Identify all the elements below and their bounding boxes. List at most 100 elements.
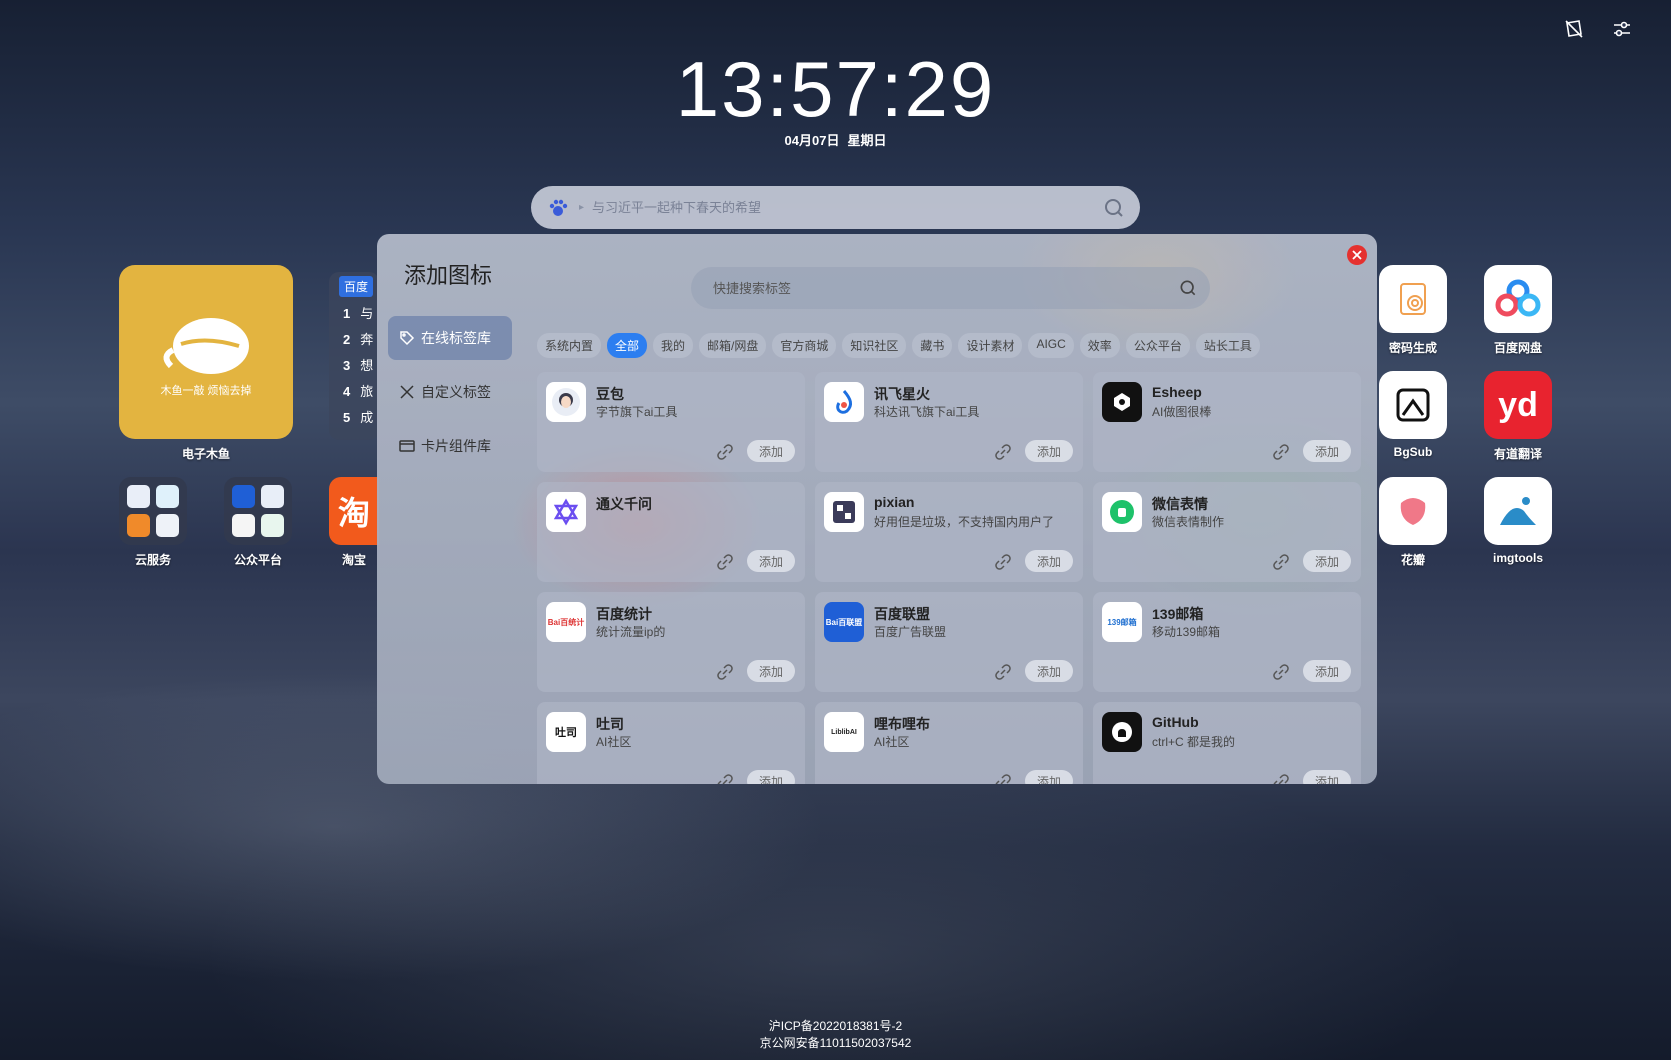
- sidebar-item-online-library[interactable]: 在线标签库: [388, 316, 512, 360]
- tools-icon: [400, 385, 414, 399]
- youdao-app[interactable]: yd 有道翻译: [1478, 371, 1558, 462]
- cloud-folder-tile[interactable]: [119, 477, 187, 545]
- chip[interactable]: 邮箱/网盘: [699, 333, 767, 358]
- add-button[interactable]: 添加: [747, 440, 795, 462]
- hotlist-item[interactable]: 2奔: [343, 327, 379, 353]
- muyu-tile-text: 木鱼一敲 烦恼去掉: [160, 385, 252, 397]
- tag-card-grid: 豆包 字节旗下ai工具 添加 讯飞星火 科达讯飞旗下ai工具 添加 Esheep…: [537, 372, 1361, 784]
- hotlist-item[interactable]: 5成: [343, 405, 379, 431]
- add-button[interactable]: 添加: [747, 550, 795, 572]
- chip[interactable]: 官方商城: [772, 333, 837, 358]
- card-name: Esheep: [1152, 384, 1202, 400]
- link-icon[interactable]: [1273, 554, 1289, 570]
- taobao-app[interactable]: 淘 淘宝: [329, 477, 379, 568]
- youdao-icon[interactable]: yd: [1484, 371, 1552, 439]
- mini-app-icon: [232, 485, 255, 508]
- add-button[interactable]: 添加: [1303, 440, 1351, 462]
- add-button[interactable]: 添加: [1025, 660, 1073, 682]
- card-desc: 字节旗下ai工具: [596, 405, 678, 419]
- baidu-netdisk-icon[interactable]: [1484, 265, 1552, 333]
- link-icon[interactable]: [1273, 664, 1289, 680]
- chip[interactable]: 公众平台: [1125, 333, 1190, 358]
- hotlist-item[interactable]: 3想: [343, 353, 379, 379]
- tag-card: 讯飞星火 科达讯飞旗下ai工具 添加: [815, 372, 1083, 472]
- bgsub-icon[interactable]: [1379, 371, 1447, 439]
- search-icon[interactable]: [1178, 278, 1198, 298]
- close-icon[interactable]: [1347, 245, 1367, 265]
- link-icon[interactable]: [717, 774, 733, 784]
- hotlist-tag[interactable]: 百度: [339, 276, 374, 297]
- xunfei-spark-icon: [824, 382, 864, 422]
- add-button[interactable]: 添加: [1303, 550, 1351, 572]
- tag-search-input[interactable]: [711, 279, 1178, 297]
- card-desc: 统计流量ip的: [596, 625, 666, 639]
- link-icon[interactable]: [717, 554, 733, 570]
- muyu-tile[interactable]: 木鱼一敲 烦恼去掉: [119, 265, 293, 439]
- card-desc: 移动139邮箱: [1152, 625, 1221, 639]
- tag-card: Esheep AI做图很棒 添加: [1093, 372, 1361, 472]
- chip[interactable]: 系统内置: [537, 333, 602, 358]
- baidu-netdisk-app[interactable]: 百度网盘: [1478, 265, 1558, 356]
- hotlist-item[interactable]: 1与: [343, 301, 379, 327]
- add-button[interactable]: 添加: [1303, 770, 1351, 784]
- card-name: 通义千问: [596, 496, 652, 512]
- main-search-input[interactable]: [590, 199, 1102, 216]
- link-icon[interactable]: [995, 664, 1011, 680]
- add-button[interactable]: 添加: [1025, 550, 1073, 572]
- add-button[interactable]: 添加: [747, 660, 795, 682]
- engine-dropdown-icon[interactable]: ▸: [579, 202, 584, 213]
- chip[interactable]: 设计素材: [958, 333, 1023, 358]
- card-desc: 百度广告联盟: [874, 625, 947, 639]
- tag-card: GitHub ctrl+C 都是我的 添加: [1093, 702, 1361, 784]
- tusi-icon: 吐司: [546, 712, 586, 752]
- chip[interactable]: 藏书: [912, 333, 953, 358]
- dialog-sidebar: 在线标签库 自定义标签 卡片组件库: [388, 316, 512, 478]
- baidu-netdisk-label: 百度网盘: [1493, 341, 1542, 355]
- chip[interactable]: 我的: [653, 333, 694, 358]
- link-icon[interactable]: [1273, 774, 1289, 784]
- card-icon: [399, 440, 415, 452]
- baidu-paw-icon[interactable]: [543, 193, 573, 223]
- add-button[interactable]: 添加: [747, 770, 795, 784]
- wallpaper-icon[interactable]: [1561, 16, 1587, 42]
- link-icon[interactable]: [1273, 444, 1289, 460]
- doubao-icon: [546, 382, 586, 422]
- gzh-folder-tile[interactable]: [224, 477, 292, 545]
- esheep-icon: [1102, 382, 1142, 422]
- tag-search-bar: [691, 267, 1210, 309]
- link-icon[interactable]: [717, 444, 733, 460]
- link-icon[interactable]: [995, 444, 1011, 460]
- chip[interactable]: 效率: [1079, 333, 1120, 358]
- add-button[interactable]: 添加: [1303, 660, 1351, 682]
- search-icon[interactable]: [1102, 196, 1126, 220]
- sidebar-label: 在线标签库: [421, 330, 491, 346]
- bgsub-app[interactable]: BgSub: [1373, 371, 1453, 459]
- tag-card: LiblibAI 哩布哩布 AI社区 添加: [815, 702, 1083, 784]
- add-button[interactable]: 添加: [1025, 770, 1073, 784]
- hotlist-item[interactable]: 4旅: [343, 379, 379, 405]
- huaban-app[interactable]: 花瓣: [1373, 477, 1453, 568]
- taobao-tile[interactable]: 淘: [329, 477, 379, 545]
- imgtools-app[interactable]: imgtools: [1478, 477, 1558, 565]
- police-record-link[interactable]: 京公网安备11011502037542: [0, 1035, 1671, 1052]
- chip[interactable]: AIGC: [1028, 333, 1074, 358]
- sidebar-item-card-library[interactable]: 卡片组件库: [388, 424, 512, 468]
- password-gen-app[interactable]: 密码生成: [1373, 265, 1453, 356]
- sidebar-item-custom-tag[interactable]: 自定义标签: [388, 370, 512, 414]
- icp-link[interactable]: 沪ICP备2022018381号-2: [0, 1018, 1671, 1035]
- cloud-services-folder[interactable]: 云服务: [119, 477, 187, 568]
- gzh-platform-folder[interactable]: 公众平台: [224, 477, 292, 568]
- huaban-petal-icon[interactable]: [1379, 477, 1447, 545]
- chip-active[interactable]: 全部: [607, 333, 648, 358]
- imgtools-icon[interactable]: [1484, 477, 1552, 545]
- chip[interactable]: 知识社区: [842, 333, 907, 358]
- muyu-app[interactable]: 木鱼一敲 烦恼去掉 电子木鱼: [119, 265, 293, 462]
- add-button[interactable]: 添加: [1025, 440, 1073, 462]
- link-icon[interactable]: [995, 554, 1011, 570]
- link-icon[interactable]: [995, 774, 1011, 784]
- link-icon[interactable]: [717, 664, 733, 680]
- fingerprint-icon[interactable]: [1379, 265, 1447, 333]
- baidu-hotlist-widget[interactable]: 百度 1与 2奔 3想 4旅 5成: [329, 272, 379, 440]
- settings-sliders-icon[interactable]: [1609, 16, 1635, 42]
- chip[interactable]: 站长工具: [1195, 333, 1260, 358]
